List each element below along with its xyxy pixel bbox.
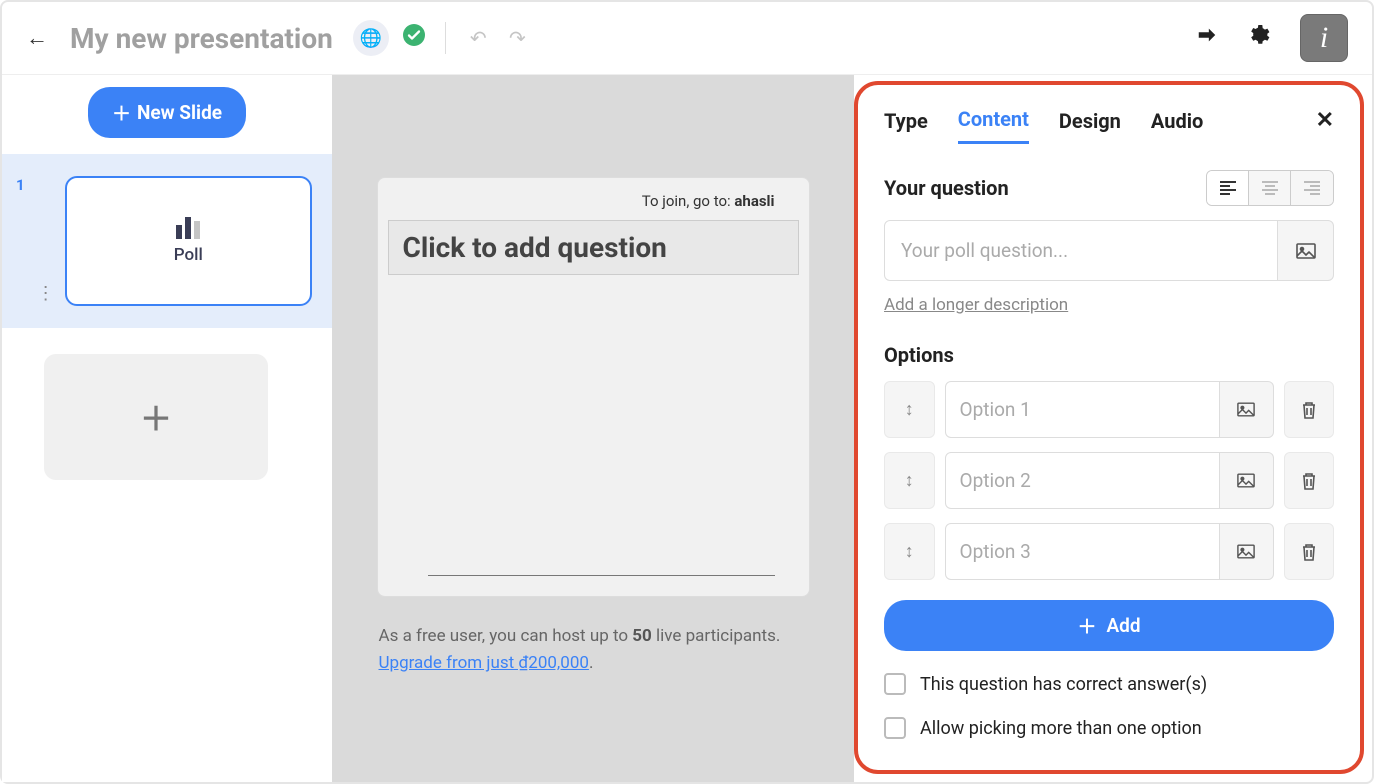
delete-option-icon[interactable] xyxy=(1284,381,1335,438)
poll-icon xyxy=(176,217,200,239)
join-text: To join, go to: ahasli xyxy=(388,188,799,220)
tab-design[interactable]: Design xyxy=(1059,109,1121,143)
slide-canvas: To join, go to: ahasli Click to add ques… xyxy=(377,177,810,597)
back-arrow-icon[interactable]: ← xyxy=(26,25,48,51)
edit-panel: Type Content Design Audio ✕ Your questio… xyxy=(854,81,1364,774)
upgrade-link[interactable]: Upgrade from just ₫200,000 xyxy=(379,653,589,673)
plus-icon: ＋ xyxy=(112,99,131,126)
new-slide-label: New Slide xyxy=(137,101,222,124)
question-image-icon[interactable] xyxy=(1278,220,1334,281)
option-row: ↕ xyxy=(884,523,1334,580)
align-center-icon[interactable] xyxy=(1249,171,1291,205)
slide-thumbnail-item[interactable]: 1 ⋮ Poll xyxy=(2,154,332,328)
plus-icon: ＋ xyxy=(140,394,172,440)
join-link: ahasli xyxy=(734,192,774,210)
tab-audio[interactable]: Audio xyxy=(1151,109,1203,143)
plus-icon: ＋ xyxy=(1077,612,1096,639)
drag-handle-icon[interactable]: ↕ xyxy=(884,381,935,438)
align-right-icon[interactable] xyxy=(1291,171,1333,205)
question-input[interactable] xyxy=(884,220,1278,281)
canvas-area: To join, go to: ahasli Click to add ques… xyxy=(332,75,854,782)
share-icon[interactable] xyxy=(1196,24,1218,52)
option-input[interactable] xyxy=(945,452,1220,509)
align-left-icon[interactable] xyxy=(1207,171,1249,205)
free-user-notice: As a free user, you can host up to 50 li… xyxy=(377,623,810,677)
close-icon[interactable]: ✕ xyxy=(1316,108,1334,143)
tab-content[interactable]: Content xyxy=(958,107,1029,144)
saved-check-icon xyxy=(403,24,425,52)
drag-handle-icon[interactable]: ↕ xyxy=(884,452,935,509)
checkbox-icon[interactable] xyxy=(884,673,906,695)
checkbox-icon[interactable] xyxy=(884,717,906,739)
topbar: ← My new presentation 🌐 ↶ ↶ i xyxy=(2,2,1372,75)
info-badge-icon[interactable]: i xyxy=(1300,14,1348,62)
options-label: Options xyxy=(884,343,1334,367)
slide-type-label: Poll xyxy=(174,245,203,265)
panel-tabs: Type Content Design Audio ✕ xyxy=(884,107,1334,144)
tab-type[interactable]: Type xyxy=(884,109,928,143)
redo-icon[interactable]: ↶ xyxy=(509,26,526,50)
undo-icon[interactable]: ↶ xyxy=(470,26,487,50)
add-option-button[interactable]: ＋ Add xyxy=(884,600,1334,651)
question-placeholder[interactable]: Click to add question xyxy=(388,220,799,275)
delete-option-icon[interactable] xyxy=(1284,452,1335,509)
option-image-icon[interactable] xyxy=(1220,452,1274,509)
multi-pick-label: Allow picking more than one option xyxy=(920,718,1202,739)
slide-menu-dots-icon[interactable]: ⋮ xyxy=(37,283,55,304)
your-question-label: Your question xyxy=(884,176,1009,200)
delete-option-icon[interactable] xyxy=(1284,523,1335,580)
add-slide-box[interactable]: ＋ xyxy=(44,354,268,480)
option-input[interactable] xyxy=(945,381,1220,438)
presentation-title[interactable]: My new presentation xyxy=(70,22,333,55)
add-button-label: Add xyxy=(1106,614,1140,637)
text-align-group xyxy=(1206,170,1334,206)
correct-answer-checkbox-row[interactable]: This question has correct answer(s) xyxy=(884,673,1334,695)
slide-sidebar: ＋ New Slide 1 ⋮ Poll ＋ xyxy=(2,75,332,782)
option-image-icon[interactable] xyxy=(1220,523,1274,580)
chart-axis xyxy=(428,575,775,576)
gear-icon[interactable] xyxy=(1246,23,1270,53)
option-input[interactable] xyxy=(945,523,1220,580)
correct-answer-label: This question has correct answer(s) xyxy=(920,674,1207,695)
option-row: ↕ xyxy=(884,452,1334,509)
new-slide-button[interactable]: ＋ New Slide xyxy=(88,87,246,138)
slide-thumbnail[interactable]: Poll xyxy=(65,176,312,306)
drag-handle-icon[interactable]: ↕ xyxy=(884,523,935,580)
option-row: ↕ xyxy=(884,381,1334,438)
slide-number: 1 xyxy=(16,176,25,194)
add-description-link[interactable]: Add a longer description xyxy=(884,295,1334,315)
option-image-icon[interactable] xyxy=(1220,381,1274,438)
globe-icon[interactable]: 🌐 xyxy=(353,20,389,56)
multi-pick-checkbox-row[interactable]: Allow picking more than one option xyxy=(884,717,1334,739)
divider xyxy=(445,22,446,54)
